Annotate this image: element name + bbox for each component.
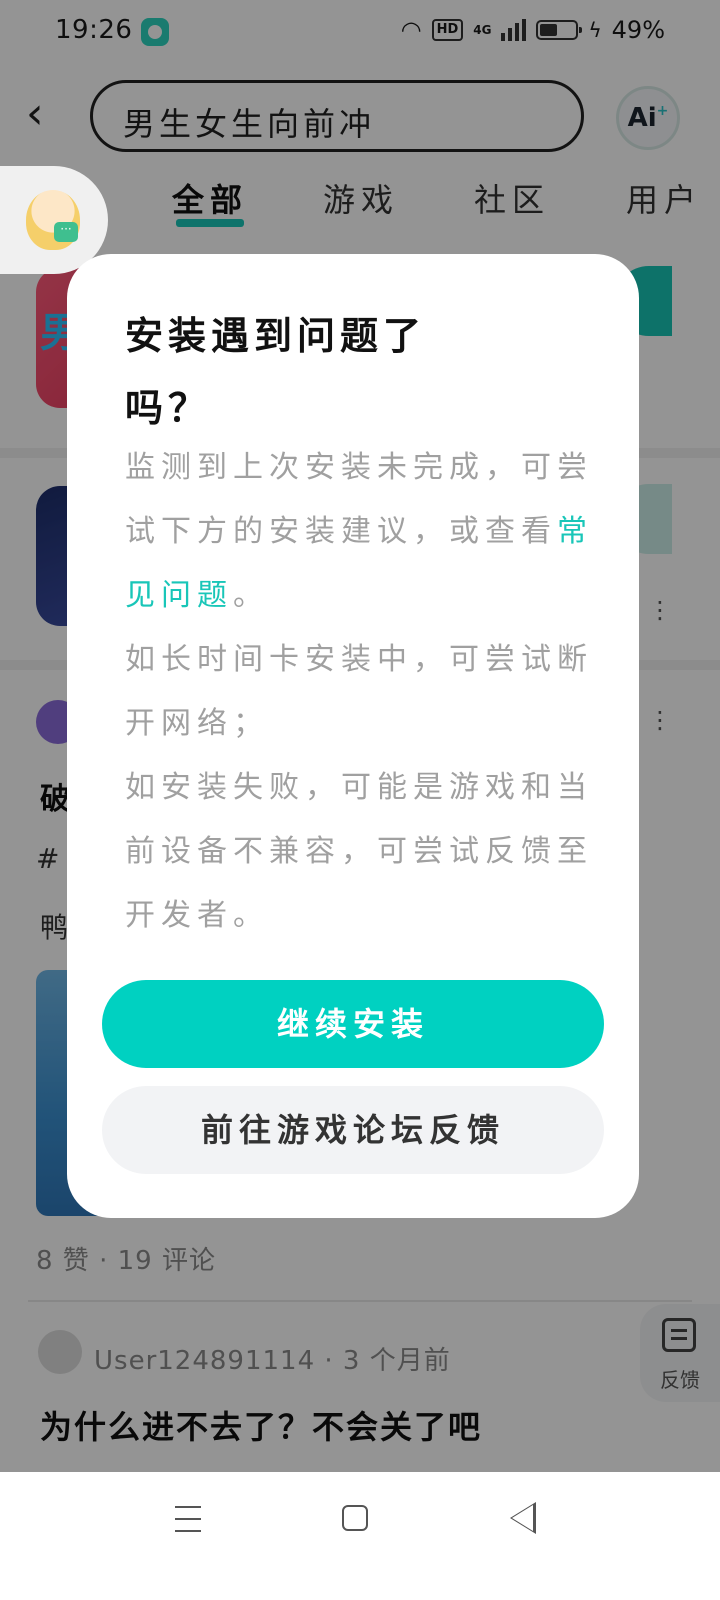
dialog-text: 如安装失败，可能是游戏和当前设备不兼容，可尝试反馈至开发者。 (125, 770, 593, 933)
dialog-body: 监测到上次安装未完成，可尝试下方的安装建议，或查看常见问题。 如长时间卡安装中，… (125, 436, 595, 948)
chat-bubble-icon: ··· (54, 222, 78, 242)
system-navigation-bar (0, 1472, 720, 1600)
continue-install-button[interactable]: 继续安装 (102, 980, 604, 1068)
forum-feedback-button[interactable]: 前往游戏论坛反馈 (102, 1086, 604, 1174)
home-icon[interactable] (342, 1505, 368, 1531)
install-problem-dialog: 安装遇到问题了吗？ 监测到上次安装未完成，可尝试下方的安装建议，或查看常见问题。… (67, 254, 639, 1218)
dialog-text: 监测到上次安装未完成，可尝试下方的安装建议，或查看 (125, 450, 593, 549)
dialog-title: 安装遇到问题了吗？ (125, 314, 427, 430)
back-icon[interactable] (510, 1502, 536, 1534)
dialog-text: 如长时间卡安装中，可尝试断开网络； (125, 642, 593, 741)
dialog-text: 。 (233, 578, 269, 613)
recent-apps-icon[interactable] (175, 1506, 201, 1532)
